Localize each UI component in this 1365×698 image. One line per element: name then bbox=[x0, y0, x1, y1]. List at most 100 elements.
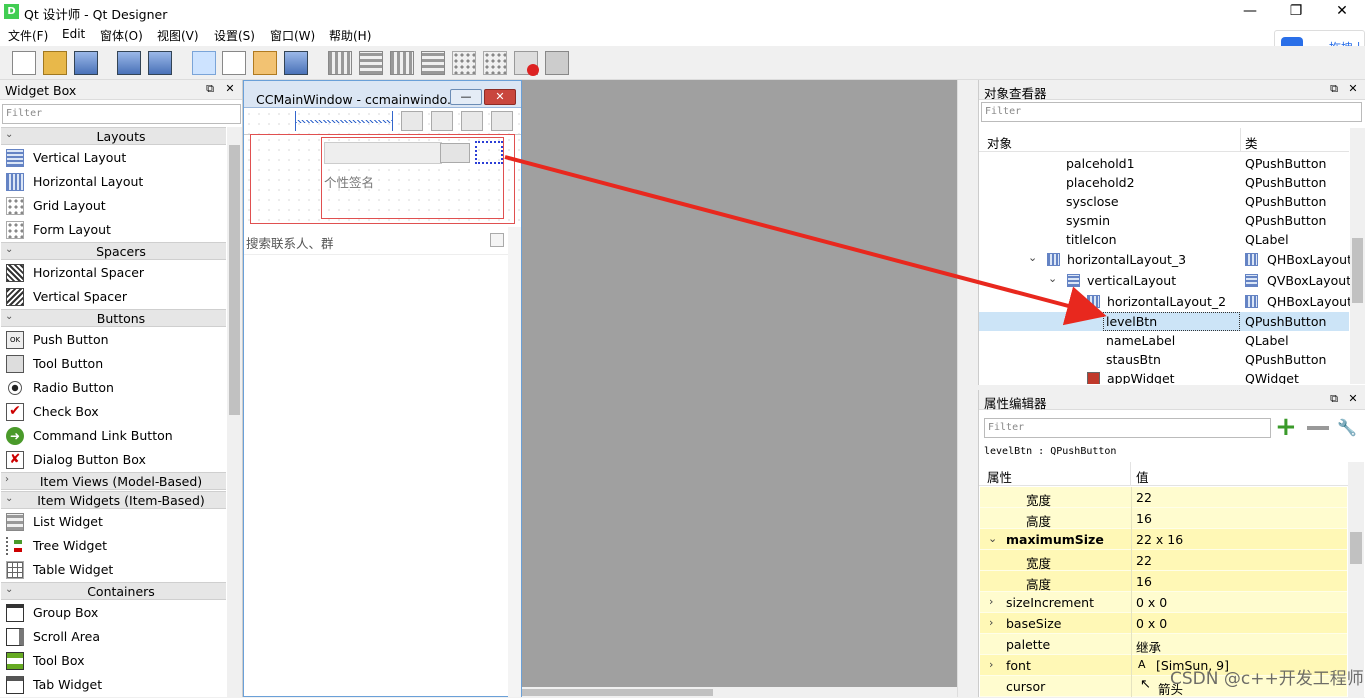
category-layouts[interactable]: ⌄ Layouts bbox=[1, 127, 226, 145]
search-input[interactable]: 搜索联系人、群 bbox=[246, 233, 334, 252]
float-icon[interactable]: ⧉ bbox=[203, 82, 217, 96]
adjust-size-icon[interactable] bbox=[545, 51, 569, 75]
open-folder-icon[interactable] bbox=[43, 51, 67, 75]
object-inspector-scrollbar[interactable] bbox=[1350, 128, 1365, 384]
scrollbar-thumb[interactable] bbox=[229, 145, 240, 415]
property-value[interactable]: 0 x 0 bbox=[1136, 595, 1167, 610]
new-file-icon[interactable] bbox=[12, 51, 36, 75]
widget-dialog-button-box[interactable]: ✘ Dialog Button Box bbox=[0, 448, 226, 472]
send-to-back-icon[interactable] bbox=[117, 51, 141, 75]
column-class[interactable]: 类 bbox=[1245, 133, 1258, 152]
signature-input[interactable]: 个性签名 bbox=[324, 172, 374, 191]
object-row[interactable]: palcehold1 QPushButton bbox=[979, 154, 1349, 173]
edit-widgets-icon[interactable] bbox=[192, 51, 216, 75]
edit-signals-icon[interactable] bbox=[222, 51, 246, 75]
widget-tab-widget[interactable]: Tab Widget bbox=[0, 673, 226, 697]
chevron-right-icon[interactable]: › bbox=[989, 595, 993, 608]
property-row[interactable]: palette 继承 bbox=[980, 634, 1347, 655]
name-label[interactable] bbox=[324, 142, 442, 164]
form-window[interactable]: CCMainWindow - ccmainwindo... — ✕ 个性签名 搜… bbox=[243, 80, 522, 697]
object-row[interactable]: placehold2 QPushButton bbox=[979, 173, 1349, 192]
widget-filter-input[interactable]: Filter bbox=[2, 104, 241, 124]
bring-to-front-icon[interactable] bbox=[148, 51, 172, 75]
property-row[interactable]: 宽度 22 bbox=[980, 487, 1347, 508]
close-button[interactable]: ✕ bbox=[1319, 0, 1365, 24]
widget-form-layout[interactable]: Form Layout bbox=[0, 218, 226, 242]
category-item-views[interactable]: › Item Views (Model-Based) bbox=[1, 472, 226, 490]
object-row[interactable]: ⌄ horizontalLayout_3 QHBoxLayout bbox=[979, 250, 1352, 269]
object-row[interactable]: appWidget QWidget bbox=[979, 369, 1349, 384]
menu-edit[interactable]: Edit bbox=[62, 27, 85, 41]
form-minimize-button[interactable]: — bbox=[450, 89, 482, 105]
menu-window[interactable]: 窗口(W) bbox=[270, 27, 315, 44]
maximize-button[interactable]: ❐ bbox=[1273, 0, 1319, 24]
layout-form-icon[interactable] bbox=[483, 51, 507, 75]
property-value[interactable]: 16 bbox=[1136, 574, 1152, 589]
status-button[interactable] bbox=[440, 143, 470, 163]
layout-h-splitter-icon[interactable] bbox=[390, 51, 414, 75]
column-value[interactable]: 值 bbox=[1136, 467, 1149, 486]
chevron-down-icon[interactable]: ⌄ bbox=[1068, 293, 1077, 306]
menu-help[interactable]: 帮助(H) bbox=[329, 27, 371, 44]
property-value[interactable]: 22 bbox=[1136, 553, 1152, 568]
category-spacers[interactable]: ⌄ Spacers bbox=[1, 242, 226, 260]
property-row[interactable]: 高度 16 bbox=[980, 508, 1347, 529]
widget-check-box[interactable]: ✔ Check Box bbox=[0, 400, 226, 424]
close-placeholder-button[interactable] bbox=[491, 111, 513, 131]
menu-settings[interactable]: 设置(S) bbox=[214, 27, 255, 44]
spacer-widget[interactable] bbox=[295, 111, 393, 131]
close-icon[interactable]: ✕ bbox=[1346, 392, 1360, 406]
chevron-down-icon[interactable]: ⌄ bbox=[1048, 272, 1057, 285]
mdi-vertical-scrollbar[interactable] bbox=[957, 80, 977, 697]
menu-form[interactable]: 窗体(O) bbox=[100, 27, 143, 44]
property-value[interactable]: 22 bbox=[1136, 490, 1152, 505]
widget-table-widget[interactable]: Table Widget bbox=[0, 558, 226, 582]
widget-scroll-area[interactable]: Scroll Area bbox=[0, 625, 226, 649]
form-close-button[interactable]: ✕ bbox=[484, 89, 516, 105]
form-title-row[interactable] bbox=[244, 109, 521, 135]
property-row[interactable]: 高度 16 bbox=[980, 571, 1347, 592]
level-button-selected[interactable] bbox=[475, 141, 503, 164]
float-icon[interactable]: ⧉ bbox=[1327, 392, 1341, 406]
widget-group-box[interactable]: Group Box bbox=[0, 601, 226, 625]
object-row-selected[interactable]: levelBtn QPushButton bbox=[979, 312, 1349, 331]
category-item-widgets[interactable]: ⌄ Item Widgets (Item-Based) bbox=[1, 491, 226, 509]
widget-horizontal-spacer[interactable]: Horizontal Spacer bbox=[0, 261, 226, 285]
property-filter-input[interactable]: Filter bbox=[984, 418, 1271, 438]
widget-grid-layout[interactable]: Grid Layout bbox=[0, 194, 226, 218]
object-filter-input[interactable]: Filter bbox=[981, 102, 1362, 122]
property-row[interactable]: 宽度 22 bbox=[980, 550, 1347, 571]
save-icon[interactable] bbox=[74, 51, 98, 75]
scrollbar-thumb[interactable] bbox=[1350, 532, 1362, 564]
edit-buddies-icon[interactable] bbox=[253, 51, 277, 75]
object-row[interactable]: ⌄ verticalLayout QVBoxLayout bbox=[979, 271, 1351, 290]
object-row[interactable]: titleIcon QLabel bbox=[979, 230, 1349, 249]
chevron-right-icon[interactable]: › bbox=[989, 616, 993, 629]
wrench-icon[interactable]: 🔧 bbox=[1337, 418, 1359, 440]
menu-view[interactable]: 视图(V) bbox=[157, 27, 199, 44]
menu-file[interactable]: 文件(F) bbox=[8, 27, 48, 44]
column-property[interactable]: 属性 bbox=[987, 467, 1012, 486]
edit-tab-order-icon[interactable] bbox=[284, 51, 308, 75]
category-containers[interactable]: ⌄ Containers bbox=[1, 582, 226, 600]
minimize-placeholder-button[interactable] bbox=[461, 111, 483, 131]
placeholder-button[interactable] bbox=[431, 111, 453, 131]
widget-horizontal-layout[interactable]: Horizontal Layout bbox=[0, 170, 226, 194]
property-value[interactable]: 16 bbox=[1136, 511, 1152, 526]
widget-tree-widget[interactable]: Tree Widget bbox=[0, 534, 226, 558]
property-editor-scrollbar[interactable] bbox=[1348, 462, 1364, 697]
search-icon[interactable] bbox=[490, 233, 504, 247]
widget-radio-button[interactable]: Radio Button bbox=[0, 376, 226, 400]
widget-command-link-button[interactable]: ➜ Command Link Button bbox=[0, 424, 226, 448]
property-row[interactable]: ⌄ maximumSize 22 x 16 bbox=[980, 529, 1347, 550]
property-row[interactable]: › baseSize 0 x 0 bbox=[980, 613, 1347, 634]
property-row[interactable]: › sizeIncrement 0 x 0 bbox=[980, 592, 1347, 613]
close-icon[interactable]: ✕ bbox=[223, 82, 237, 96]
form-vertical-scrollbar[interactable] bbox=[508, 227, 521, 697]
search-bar[interactable]: 搜索联系人、群 bbox=[244, 225, 521, 255]
object-row[interactable]: sysclose QPushButton bbox=[979, 192, 1349, 211]
widget-tool-button[interactable]: Tool Button bbox=[0, 352, 226, 376]
widget-list-widget[interactable]: List Widget bbox=[0, 510, 226, 534]
remove-property-icon[interactable] bbox=[1307, 426, 1329, 430]
column-object[interactable]: 对象 bbox=[987, 133, 1012, 152]
